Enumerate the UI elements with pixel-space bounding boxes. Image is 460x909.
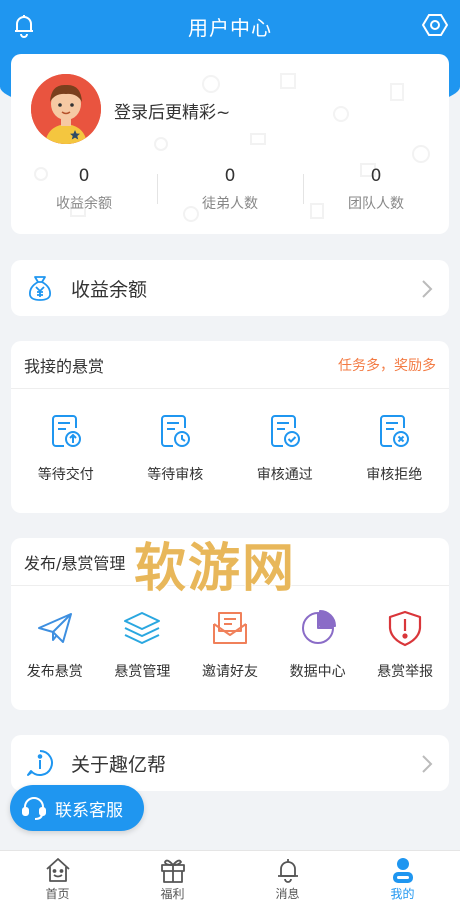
publish-label: 邀请好友 [201,664,258,680]
layers-icon [124,612,161,644]
status-awaiting-review[interactable]: 等待审核 [121,411,231,484]
bottom-tab-bar: 首页 福利 消息 我的 [0,850,460,909]
profile-card: 登录后更精彩~ 0 收益余额 0 徒弟人数 0 团队人数 [11,54,449,234]
publish-label: 数据中心 [289,664,346,680]
bell-icon[interactable] [11,12,37,38]
reject-doc-icon [380,415,410,447]
publish-label: 发布悬赏 [26,664,83,680]
home-icon [45,858,70,882]
about-row[interactable]: 关于趣亿帮 [11,735,449,791]
bounty-report[interactable]: 悬赏举报 [361,608,449,681]
publish-label: 悬赏举报 [377,664,434,680]
info-icon [27,750,53,776]
stat-value: 0 [78,166,90,186]
stats-row: 0 收益余额 0 徒弟人数 0 团队人数 [11,166,449,213]
tab-mine[interactable]: 我的 [345,851,460,909]
contact-service-label: 联系客服 [55,800,123,821]
stat-value: 0 [370,166,382,186]
my-bounties-card: 我接的悬赏 任务多，奖励多 等待交付 等待审核 审核通过 审核拒绝 [11,341,449,513]
contact-service-button[interactable]: 联系客服 [10,785,144,831]
money-bag-icon [29,276,51,301]
login-prompt[interactable]: 登录后更精彩~ [114,98,230,123]
stat-value: 0 [224,166,236,186]
status-label: 审核拒绝 [366,467,423,483]
balance-row-label: 收益余额 [71,278,148,301]
shield-alert-icon [389,610,422,647]
user-icon [392,858,413,883]
paper-plane-icon [37,613,72,643]
tab-messages[interactable]: 消息 [230,851,345,909]
status-rejected[interactable]: 审核拒绝 [340,411,450,484]
upload-doc-icon [51,415,81,447]
stat-apprentices[interactable]: 0 徒弟人数 [157,166,303,213]
invite-friends[interactable]: 邀请好友 [186,608,274,681]
tab-label: 福利 [160,887,185,901]
section-hint[interactable]: 任务多，奖励多 [338,355,436,375]
tab-label: 我的 [390,887,415,901]
status-approved[interactable]: 审核通过 [230,411,340,484]
stat-label: 团队人数 [348,196,404,212]
stat-label: 收益余额 [56,196,112,212]
avatar[interactable] [31,74,101,144]
status-label: 等待交付 [37,467,94,483]
stat-team[interactable]: 0 团队人数 [303,166,449,213]
publish-label: 悬赏管理 [114,664,171,680]
bell-icon [277,859,298,883]
tab-home[interactable]: 首页 [0,851,115,909]
chevron-right-icon [422,280,433,298]
data-center[interactable]: 数据中心 [274,608,362,681]
bounty-management[interactable]: 悬赏管理 [99,608,187,681]
page-title: 用户中心 [188,15,272,40]
envelope-icon [212,612,247,644]
clock-doc-icon [161,415,191,447]
pie-chart-icon [301,610,336,644]
tab-welfare[interactable]: 福利 [115,851,230,909]
watermark-text: 软游网 [134,538,297,599]
tab-label: 首页 [45,887,70,901]
status-label: 等待审核 [147,467,204,483]
section-title: 我接的悬赏 [24,356,105,376]
bounty-status-grid: 等待交付 等待审核 审核通过 审核拒绝 [11,389,449,484]
gift-icon [160,859,185,883]
settings-hexagon-icon[interactable] [422,12,448,38]
section-title: 发布/悬赏管理 [24,553,126,573]
top-bar: 用户中心 [0,0,460,52]
about-row-label: 关于趣亿帮 [71,753,167,776]
publish-bounty[interactable]: 发布悬赏 [11,608,99,681]
tab-label: 消息 [275,887,300,901]
balance-row[interactable]: 收益余额 [11,260,449,316]
stat-label: 徒弟人数 [202,196,258,212]
section-header: 我接的悬赏 任务多，奖励多 [11,341,449,389]
status-label: 审核通过 [256,467,313,483]
check-doc-icon [270,415,300,447]
headset-icon [22,797,46,820]
status-awaiting-delivery[interactable]: 等待交付 [11,411,121,484]
chevron-right-icon [422,755,433,773]
stat-balance[interactable]: 0 收益余额 [11,166,157,213]
